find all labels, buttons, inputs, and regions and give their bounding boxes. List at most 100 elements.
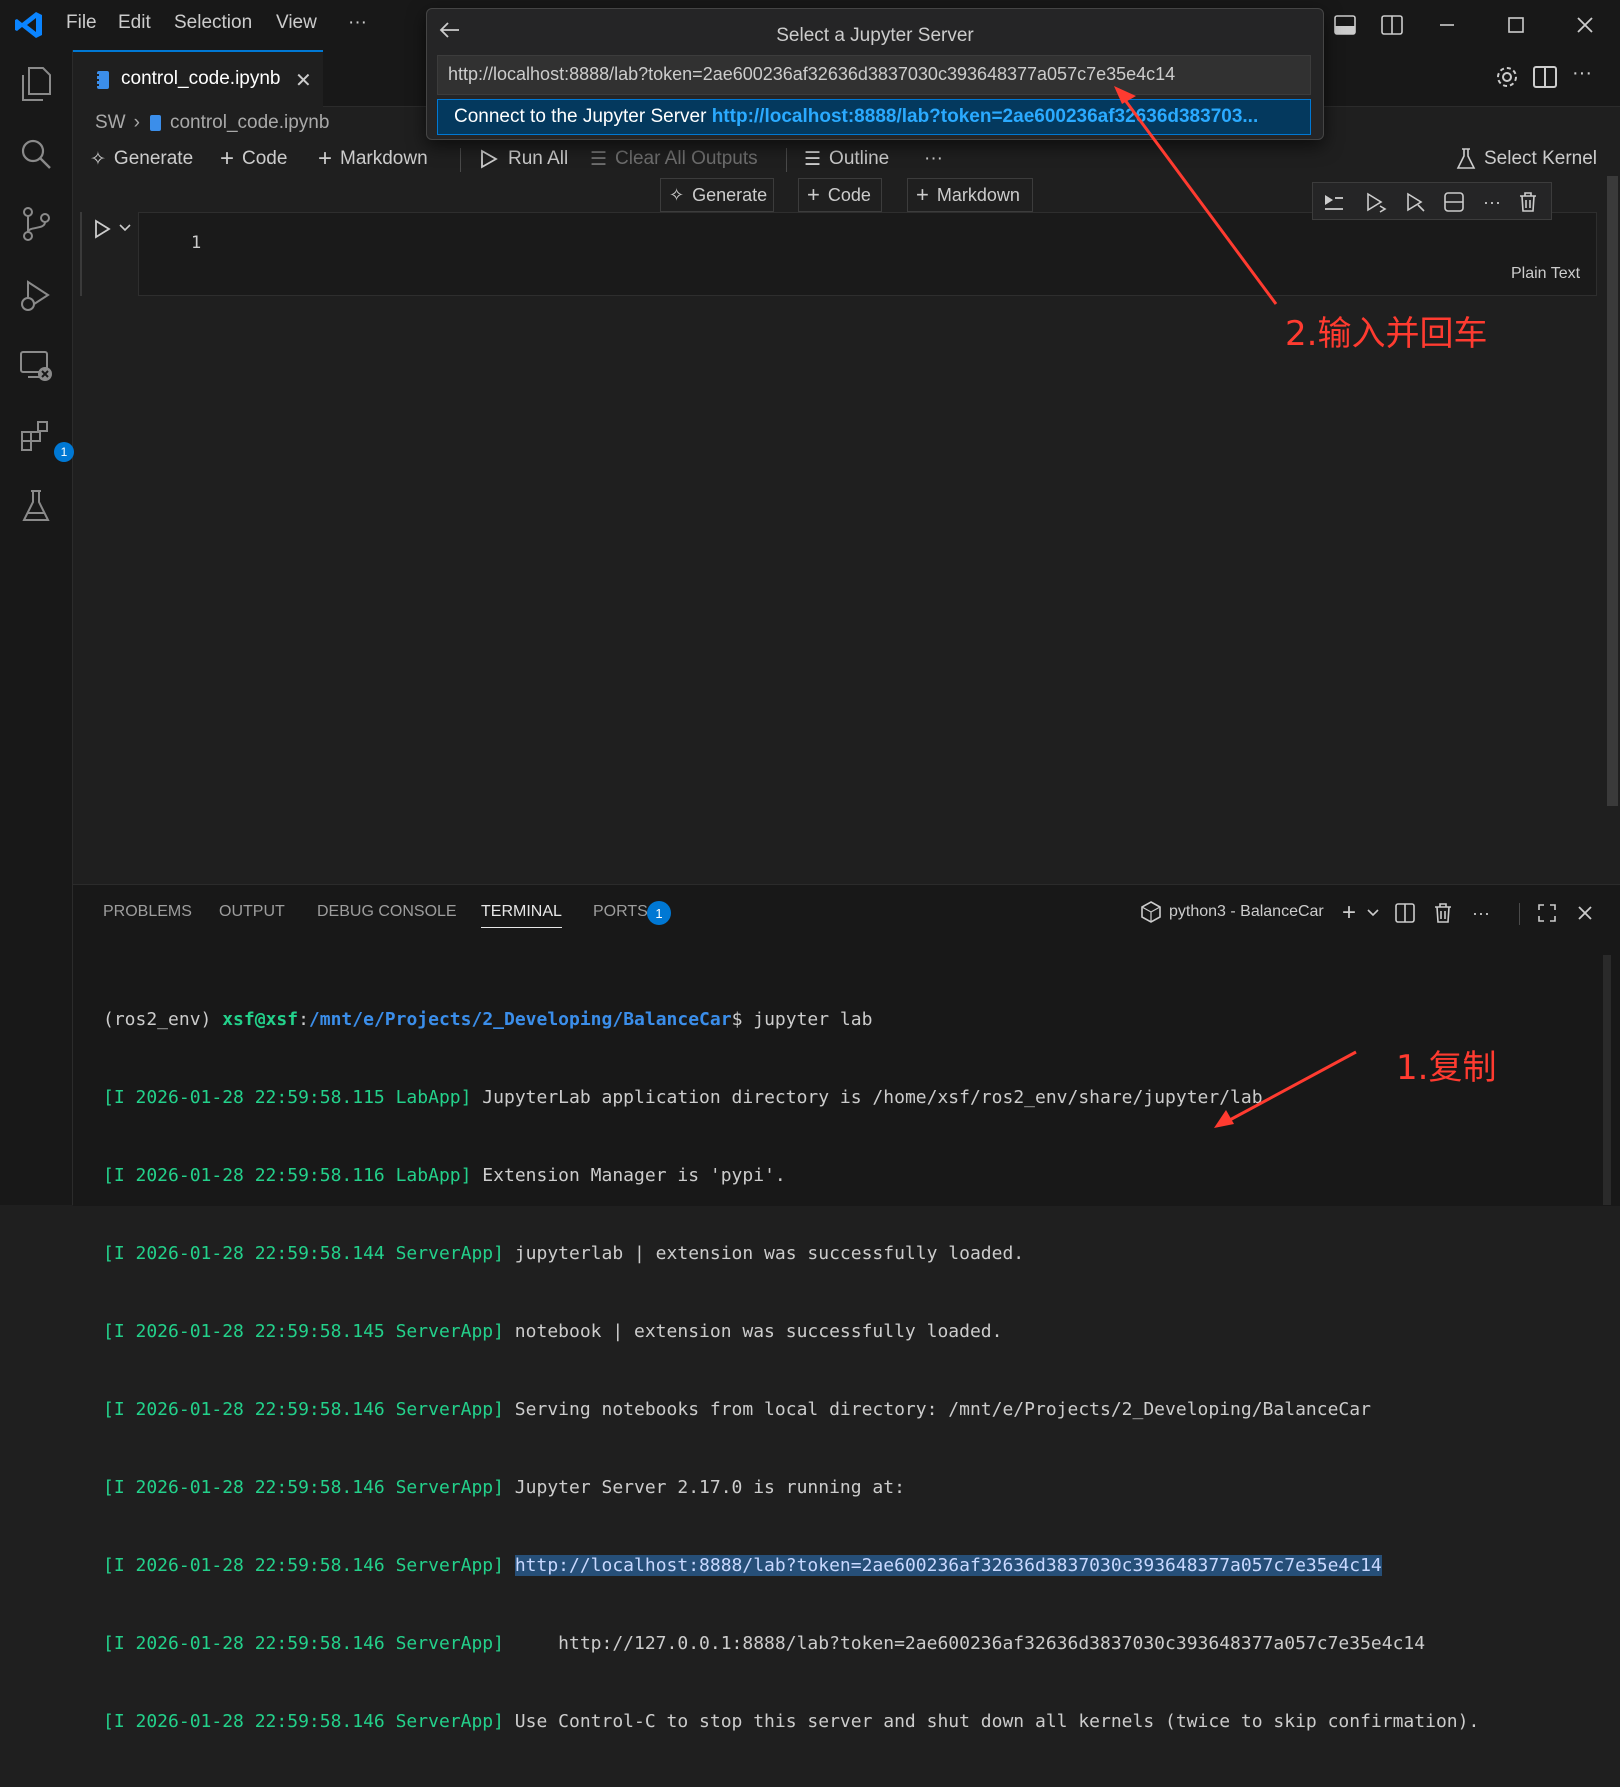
sparkle-icon: ✧ [669, 184, 685, 205]
tab-ports[interactable]: PORTS [593, 903, 648, 921]
cell-focus-indicator [80, 212, 82, 296]
clear-outputs-label: Clear All Outputs [615, 148, 758, 169]
server-url-input[interactable]: http://localhost:8888/lab?token=2ae60023… [437, 55, 1311, 95]
terminal-line: [I 2026-01-28 22:59:58.146 ServerApp] ht… [103, 1553, 1603, 1579]
vscode-logo-icon [14, 10, 44, 40]
maximize-icon[interactable] [1499, 10, 1533, 40]
chevron-down-icon[interactable] [1359, 899, 1387, 927]
run-cell-and-below-icon[interactable] [1403, 189, 1429, 215]
remote-explorer-icon[interactable] [16, 346, 56, 386]
terminal-output[interactable]: (ros2_env) xsf@xsf:/mnt/e/Projects/2_Dev… [103, 955, 1603, 1787]
tab-control-code[interactable]: control_code.ipynb ✕ [73, 50, 323, 107]
clear-all-outputs-button[interactable]: ☰ Clear All Outputs [590, 144, 758, 174]
terminal-python-icon [1141, 901, 1161, 923]
connect-server-option[interactable]: Connect to the Jupyter Server http://loc… [437, 99, 1311, 135]
plus-icon: + [916, 182, 929, 207]
run-all-icon [478, 148, 500, 170]
toolbar-divider [786, 148, 787, 172]
tab-terminal[interactable]: TERMINAL [481, 903, 562, 928]
run-cell-icon[interactable] [92, 218, 112, 240]
insert-generate-button[interactable]: ✧ Generate [660, 178, 774, 212]
extensions-badge: 1 [54, 442, 74, 462]
add-markdown-cell-button[interactable]: + Markdown [318, 144, 428, 174]
markdown-label: Markdown [340, 148, 428, 169]
select-kernel-label: Select Kernel [1484, 148, 1598, 169]
selected-server-url[interactable]: http://localhost:8888/lab?token=2ae60023… [514, 1555, 1382, 1576]
cell-language[interactable]: Plain Text [1511, 265, 1580, 283]
insert-markdown-button[interactable]: + Markdown [907, 178, 1033, 212]
breadcrumb: SW › control_code.ipynb [95, 108, 329, 138]
run-below-icon[interactable] [1363, 189, 1389, 215]
kill-terminal-trash-icon[interactable] [1429, 899, 1457, 927]
extensions-icon[interactable]: 1 [16, 416, 74, 462]
minimize-icon[interactable] [1430, 10, 1464, 40]
generate-label: Generate [113, 148, 194, 169]
tab-debug-console[interactable]: DEBUG CONSOLE [317, 903, 457, 921]
tab-problems[interactable]: PROBLEMS [103, 903, 192, 921]
execute-above-icon[interactable] [1321, 189, 1347, 215]
terminal-scrollbar[interactable] [1603, 955, 1611, 1205]
delete-cell-icon[interactable] [1515, 189, 1541, 215]
terminal-line: [I 2026-01-28 22:59:58.144 ServerApp] ju… [103, 1241, 1603, 1267]
explorer-icon[interactable] [16, 64, 56, 104]
generate-button[interactable]: ✧ Generate [90, 144, 193, 174]
close-window-icon[interactable] [1568, 10, 1602, 40]
breadcrumb-folder[interactable]: SW [95, 112, 126, 134]
log-prefix: [I 2026-01-28 22:59:58.145 ServerApp] [103, 1321, 504, 1342]
toggle-panel-icon[interactable] [1328, 10, 1362, 40]
toolbar-divider [460, 148, 461, 172]
add-code-cell-button[interactable]: + Code [220, 144, 287, 174]
run-all-button[interactable]: Run All [478, 144, 568, 174]
menu-selection[interactable]: Selection [174, 12, 252, 34]
testing-flask-icon[interactable] [16, 486, 56, 526]
connect-prefix: Connect to the Jupyter Server [454, 106, 707, 127]
menu-edit[interactable]: Edit [118, 12, 151, 34]
source-control-icon[interactable] [16, 204, 56, 244]
select-kernel-button[interactable]: Select Kernel [1456, 144, 1597, 174]
sparkle-icon: ✧ [90, 148, 106, 170]
menu-view[interactable]: View [276, 12, 317, 34]
maximize-panel-icon[interactable] [1533, 899, 1561, 927]
editor-more-icon[interactable]: ··· [1572, 62, 1592, 85]
prompt-path: /mnt/e/Projects/2_Developing/BalanceCar [308, 1009, 732, 1030]
tab-output[interactable]: OUTPUT [219, 903, 285, 921]
terminal-line: [I 2026-01-28 22:59:58.115 LabApp] Jupyt… [103, 1085, 1603, 1111]
toolbar-more-button[interactable]: ··· [924, 144, 943, 174]
log-text: jupyterlab | extension was successfully … [503, 1243, 1025, 1264]
toggle-sidebar-icon[interactable] [1375, 10, 1409, 40]
code-cell[interactable]: 1 Plain Text [138, 212, 1597, 296]
cell-toolbar: ··· [1312, 182, 1552, 220]
editor-scrollbar[interactable] [1607, 176, 1618, 806]
log-text: notebook | extension was successfully lo… [503, 1321, 1003, 1342]
terminal-line: [I 2026-01-28 22:59:58.146 ServerApp] Us… [103, 1709, 1603, 1735]
insert-code-button[interactable]: + Code [798, 178, 882, 212]
plus-icon: + [807, 182, 820, 207]
split-cell-icon[interactable] [1441, 189, 1467, 215]
terminal-line: [I 2026-01-28 22:59:58.145 ServerApp] no… [103, 1319, 1603, 1345]
chevron-down-icon[interactable] [118, 222, 132, 234]
split-editor-icon[interactable] [1532, 64, 1558, 90]
menu-file[interactable]: File [66, 12, 97, 34]
terminal-name[interactable]: python3 - BalanceCar [1169, 903, 1324, 921]
prompt-command: $ jupyter lab [731, 1009, 873, 1030]
menu-more[interactable]: ··· [348, 12, 367, 34]
run-debug-icon[interactable] [16, 276, 56, 316]
split-terminal-icon[interactable] [1391, 899, 1419, 927]
close-panel-icon[interactable] [1571, 899, 1599, 927]
code-label: Code [242, 148, 288, 169]
ports-badge: 1 [647, 901, 671, 925]
log-prefix: [I 2026-01-28 22:59:58.146 ServerApp] [103, 1633, 504, 1654]
outline-button[interactable]: ☰ Outline [804, 144, 889, 174]
panel-more-icon[interactable]: ··· [1467, 899, 1495, 927]
insert-code-label: Code [827, 184, 871, 205]
search-icon[interactable] [16, 134, 56, 174]
log-prefix: [I 2026-01-28 22:59:58.146 ServerApp] [103, 1555, 504, 1576]
tab-close-icon[interactable]: ✕ [295, 68, 312, 93]
breadcrumb-file[interactable]: control_code.ipynb [170, 112, 330, 134]
prompt-env: (ros2_env) [103, 1009, 223, 1030]
cell-more-icon[interactable]: ··· [1479, 189, 1505, 215]
settings-gear-icon[interactable] [1494, 64, 1520, 90]
log-text: Use Control-C to stop this server and sh… [503, 1711, 1480, 1732]
log-prefix: [I 2026-01-28 22:59:58.115 LabApp] [103, 1087, 472, 1108]
